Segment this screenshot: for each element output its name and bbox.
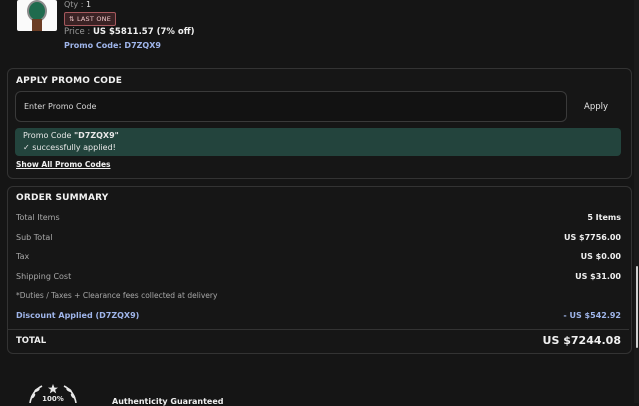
price-label: Price : bbox=[64, 27, 91, 37]
check-icon: ✓ bbox=[23, 143, 30, 152]
duties-note: *Duties / Taxes + Clearance fees collect… bbox=[16, 291, 218, 300]
success-line-1: Promo Code "D7ZQX9" bbox=[23, 131, 119, 140]
subtotal-value: US $7756.00 bbox=[563, 233, 621, 242]
discount-label: Discount Applied (D7ZQX9) bbox=[16, 311, 140, 320]
summary-divider bbox=[8, 329, 629, 330]
tax-label: Tax bbox=[16, 252, 30, 261]
shipping-label: Shipping Cost bbox=[16, 272, 72, 281]
discount-value: - US $542.92 bbox=[563, 311, 621, 320]
qty-value: 1 bbox=[85, 0, 92, 9]
authenticity-text: Authenticity Guaranteed bbox=[112, 397, 224, 406]
success-line-2: ✓ successfully applied! bbox=[23, 143, 116, 152]
product-promo-code: Promo Code: D7ZQX9 bbox=[64, 41, 161, 50]
sort-icon: ⇅ bbox=[69, 15, 75, 23]
last-one-badge: ⇅ LAST ONE bbox=[64, 12, 117, 26]
price-value: US $5811.57 (7% off) bbox=[93, 27, 195, 37]
shipping-value: US $31.00 bbox=[575, 272, 621, 281]
promo-success-message: Promo Code "D7ZQX9" ✓ successfully appli… bbox=[15, 128, 621, 156]
scrollbar-thumb[interactable] bbox=[636, 266, 638, 348]
total-items-label: Total Items bbox=[16, 213, 60, 222]
total-items-value: 5 Items bbox=[587, 213, 621, 222]
order-summary-title: ORDER SUMMARY bbox=[16, 193, 109, 203]
subtotal-label: Sub Total bbox=[16, 233, 53, 242]
total-value: US $7244.08 bbox=[542, 334, 621, 347]
badge-label: LAST ONE bbox=[76, 15, 112, 23]
apply-button[interactable]: Apply bbox=[572, 91, 620, 122]
success-prefix: Promo Code bbox=[23, 131, 72, 140]
tax-value: US $0.00 bbox=[580, 252, 621, 261]
watch-strap bbox=[32, 19, 42, 31]
seal-text: 100% bbox=[42, 395, 64, 403]
qty-label: Qty : bbox=[64, 0, 84, 9]
product-thumbnail[interactable] bbox=[17, 0, 57, 31]
price-text: Price : US $5811.57 (7% off) bbox=[64, 27, 194, 37]
quantity-text: Qty : 1 bbox=[64, 0, 91, 9]
promo-panel-title: APPLY PROMO CODE bbox=[16, 76, 123, 86]
show-all-promo-codes-link[interactable]: Show All Promo Codes bbox=[16, 160, 111, 169]
success-code: "D7ZQX9" bbox=[73, 131, 119, 140]
success-text: successfully applied! bbox=[32, 143, 116, 152]
authenticity-seal-icon: 100% bbox=[29, 384, 77, 403]
total-label: TOTAL bbox=[16, 336, 47, 346]
promo-code-input[interactable] bbox=[15, 91, 567, 122]
